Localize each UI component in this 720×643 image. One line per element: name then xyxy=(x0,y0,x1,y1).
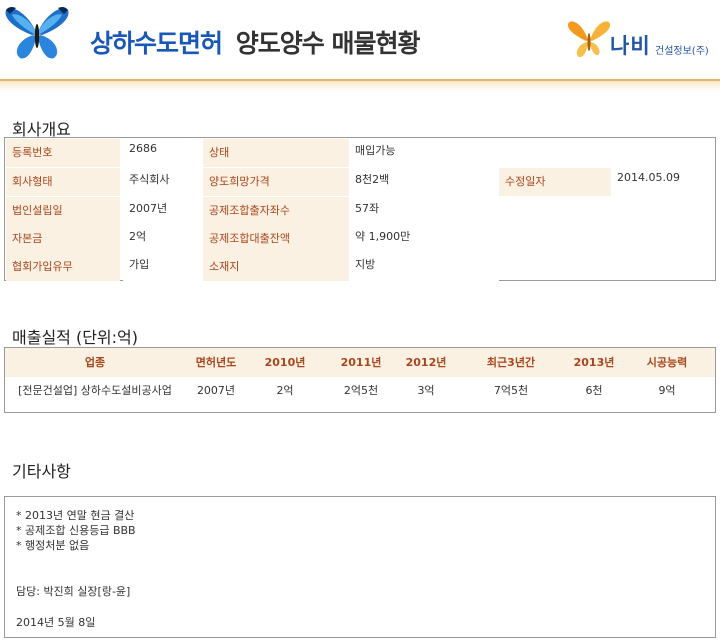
col-header-capacity: 시공능력 xyxy=(646,356,688,369)
value-modified-date: 2014.05.09 xyxy=(611,168,715,196)
logo-main-text: 나비 xyxy=(610,34,651,58)
col-header-industry: 업종 xyxy=(84,356,106,369)
table-row: [전문건설업] 상하수도설비공사업 2007년 2억 2억5천 3억 7억5천 … xyxy=(5,377,715,411)
note-line: * 2013년 연말 현금 결산 xyxy=(16,509,135,522)
value-union-shares: 57좌 xyxy=(349,197,499,225)
info-row: 등록번호 2686 상태 매입가능 xyxy=(5,139,715,167)
label-location: 소재지 xyxy=(203,253,349,281)
sales-section-title: 매출실적 (단위:억) xyxy=(12,328,139,347)
cell-2010: 2억 xyxy=(276,384,294,397)
col-header-2013: 2013년 xyxy=(573,356,615,369)
orange-butterfly-logo-icon xyxy=(567,21,611,58)
note-line: * 행정처분 없음 xyxy=(16,539,90,552)
notes-section-title: 기타사항 xyxy=(12,462,71,481)
cell-2011: 2억5천 xyxy=(343,384,379,397)
page-title: 상하수도면허 양도양수 매물현황 xyxy=(90,24,421,60)
company-logo: 나비 건설정보(주) xyxy=(566,16,716,66)
sales-table-header: 업종 면허년도 2010년 2011년 2012년 최근3년간 2013년 시공… xyxy=(5,348,715,377)
cell-recent-3y: 7억5천 xyxy=(493,384,529,397)
page-header: 상하수도면허 양도양수 매물현황 나비 건설정보(주) xyxy=(0,0,720,92)
header-divider xyxy=(0,79,720,91)
label-capital: 자본금 xyxy=(6,225,120,253)
col-header-2010: 2010년 xyxy=(264,356,306,369)
label-reg-number: 등록번호 xyxy=(6,139,120,167)
label-loan-balance: 공제조합대출잔액 xyxy=(203,225,349,253)
blue-butterfly-icon xyxy=(5,6,69,59)
cell-2012: 3억 xyxy=(417,384,435,397)
label-company-type: 회사형태 xyxy=(6,168,120,196)
label-union-shares: 공제조합출자좌수 xyxy=(203,197,349,225)
info-row: 협회가입유무 가입 소재지 지방 xyxy=(5,253,715,281)
page-title-sub: 양도양수 매물현황 xyxy=(235,29,421,58)
label-asking-price: 양도희망가격 xyxy=(203,168,349,196)
info-row: 자본금 2억 공제조합대출잔액 약 1,900만 xyxy=(5,225,715,253)
sales-table: 업종 면허년도 2010년 2011년 2012년 최근3년간 2013년 시공… xyxy=(4,347,716,413)
col-header-license-year: 면허년도 xyxy=(195,356,237,369)
note-contact: 담당: 박진희 실장[랑-윤] xyxy=(16,585,131,598)
info-row: 법인설립일 2007년 공제조합출자좌수 57좌 xyxy=(5,197,715,225)
label-status: 상태 xyxy=(203,139,349,167)
label-modified-date: 수정일자 xyxy=(499,168,611,196)
cell-license-year: 2007년 xyxy=(196,384,236,397)
value-capital: 2억 xyxy=(123,225,203,253)
note-date: 2014년 5월 8일 xyxy=(16,616,96,629)
value-location: 지방 xyxy=(349,253,499,281)
label-association: 협회가입유무 xyxy=(6,253,120,281)
info-row: 회사형태 주식회사 양도희망가격 8천2백 수정일자 2014.05.09 xyxy=(5,168,715,196)
value-company-type: 주식회사 xyxy=(123,168,203,196)
cell-capacity: 9억 xyxy=(658,384,676,397)
col-header-recent-3y: 최근3년간 xyxy=(486,356,536,369)
col-header-2011: 2011년 xyxy=(340,356,382,369)
value-asking-price: 8천2백 xyxy=(349,168,499,196)
col-header-2012: 2012년 xyxy=(405,356,447,369)
value-association: 가입 xyxy=(123,253,203,281)
company-info-box: 등록번호 2686 상태 매입가능 회사형태 주식회사 양도희망가격 8천2백 … xyxy=(4,137,716,281)
logo-sub-text: 건설정보(주) xyxy=(655,46,709,57)
note-line: * 공제조합 신용등급 BBB xyxy=(16,524,136,537)
value-status: 매입가능 xyxy=(349,139,499,167)
notes-box: * 2013년 연말 현금 결산 * 공제조합 신용등급 BBB * 행정처분 … xyxy=(4,496,716,638)
label-founded: 법인설립일 xyxy=(6,197,120,225)
page-title-main: 상하수도면허 xyxy=(90,29,223,58)
cell-2013: 6천 xyxy=(585,384,603,397)
value-reg-number: 2686 xyxy=(123,139,203,167)
cell-industry: [전문건설업] 상하수도설비공사업 xyxy=(18,384,172,397)
value-loan-balance: 약 1,900만 xyxy=(349,225,499,253)
value-founded: 2007년 xyxy=(123,197,203,225)
